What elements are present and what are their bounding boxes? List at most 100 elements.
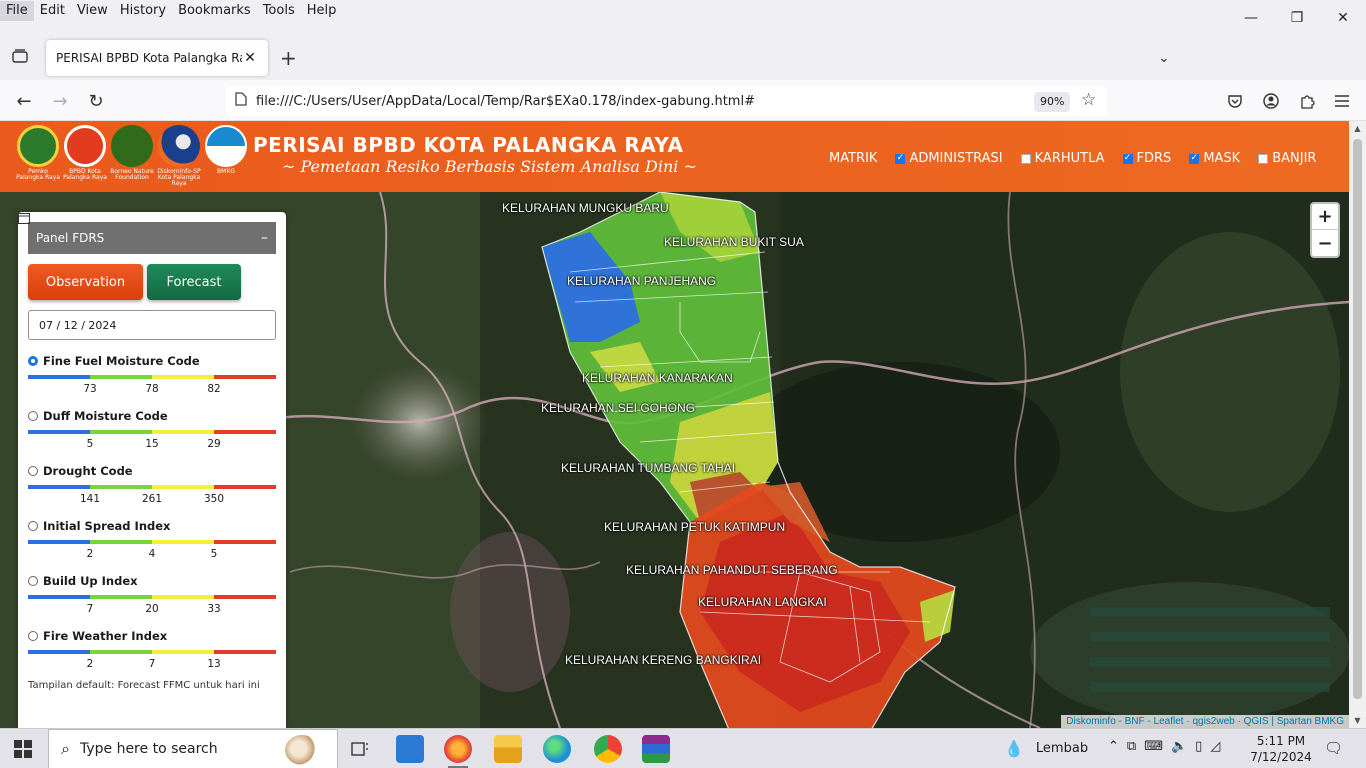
threshold-value: 33	[207, 603, 221, 615]
checkbox-fdrs[interactable]	[1122, 153, 1133, 164]
hamburger-menu-icon[interactable]	[1329, 88, 1355, 114]
bookmark-star-icon[interactable]: ☆	[1081, 90, 1096, 110]
windows-start-icon[interactable]	[14, 740, 32, 758]
task-view-icon[interactable]	[346, 735, 374, 763]
zoom-in-button[interactable]: +	[1312, 204, 1338, 230]
observation-button[interactable]: Observation	[28, 264, 143, 300]
zoom-out-button[interactable]: −	[1312, 230, 1338, 256]
back-button[interactable]: ←	[11, 88, 37, 114]
fdrs-index-option[interactable]: Fire Weather Index 2 7 13	[28, 629, 276, 670]
partner-logos: Pemko Palangka Raya BPBD Kota Palangka R…	[16, 125, 248, 187]
fdrs-index-option[interactable]: Drought Code 141 261 350	[28, 464, 276, 505]
wifi-icon[interactable]: ◿	[1210, 739, 1220, 754]
pocket-icon[interactable]	[1222, 88, 1248, 114]
index-label: Drought Code	[43, 464, 133, 478]
file-explorer-icon[interactable]	[494, 735, 522, 763]
show-hidden-icons-chevron-up-icon[interactable]: ⌃	[1108, 739, 1119, 754]
fdrs-index-option[interactable]: Duff Moisture Code 5 15 29	[28, 409, 276, 450]
taskbar-search[interactable]: ⌕ Type here to search	[48, 729, 338, 768]
nav-matrik-link[interactable]: MATRIK	[829, 151, 877, 166]
index-row[interactable]: Fire Weather Index	[28, 629, 276, 643]
fdrs-index-option[interactable]: Fine Fuel Moisture Code 73 78 82	[28, 354, 276, 395]
checkbox-administrasi[interactable]	[895, 153, 906, 164]
threshold-value: 82	[207, 383, 221, 395]
map-view[interactable]: KELURAHAN MUNGKU BARU KELURAHAN BUKIT SU…	[0, 192, 1349, 728]
index-radio[interactable]	[28, 356, 38, 366]
threshold-value: 7	[86, 603, 94, 615]
logo-diskominfo: Diskominfo-SP Kota Palangka Raya	[157, 125, 201, 187]
calendar-icon[interactable]	[18, 212, 30, 224]
kelurahan-label: KELURAHAN MUNGKU BARU	[502, 201, 669, 215]
index-row[interactable]: Fine Fuel Moisture Code	[28, 354, 276, 368]
volume-icon[interactable]: 🔈	[1171, 739, 1187, 754]
page-scrollbar[interactable]: ▲ ▼	[1349, 121, 1366, 728]
site-header: Pemko Palangka Raya BPBD Kota Palangka R…	[0, 121, 1349, 192]
scroll-down-icon[interactable]: ▼	[1349, 716, 1366, 725]
kelurahan-label: KELURAHAN TUMBANG TAHAI	[561, 461, 736, 475]
layer-banjir-toggle[interactable]: BANJIR	[1258, 151, 1316, 166]
menu-bookmarks[interactable]: Bookmarks	[172, 1, 257, 21]
index-radio[interactable]	[28, 576, 38, 586]
chrome-icon[interactable]	[594, 735, 622, 763]
checkbox-karhutla[interactable]	[1020, 153, 1031, 164]
index-radio[interactable]	[28, 521, 38, 531]
zoom-level-badge[interactable]: 90%	[1034, 92, 1071, 112]
mail-app-icon[interactable]	[396, 735, 424, 763]
keyboard-icon[interactable]: ⌨	[1144, 739, 1163, 754]
menu-edit[interactable]: Edit	[34, 1, 71, 21]
layer-karhutla-toggle[interactable]: KARHUTLA	[1020, 151, 1105, 166]
index-row[interactable]: Drought Code	[28, 464, 276, 478]
menu-history[interactable]: History	[114, 1, 172, 21]
threshold-value: 2	[86, 658, 94, 670]
shell-search-highlight-icon	[285, 735, 319, 765]
map-attribution[interactable]: Diskominfo - BNF - Leaflet · qgis2web · …	[1061, 715, 1349, 728]
index-radio[interactable]	[28, 466, 38, 476]
layer-administrasi-toggle[interactable]: ADMINISTRASI	[895, 151, 1003, 166]
tab-title: PERISAI BPBD Kota Palangka Raya	[56, 51, 242, 65]
firefox-icon[interactable]	[444, 735, 472, 768]
menu-view[interactable]: View	[71, 1, 114, 21]
account-icon[interactable]	[1258, 88, 1284, 114]
url-text[interactable]: file:///C:/Users/User/AppData/Local/Temp…	[256, 94, 1106, 109]
network-adapter-icon[interactable]: ⧉	[1127, 739, 1136, 754]
tab-perisai[interactable]: PERISAI BPBD Kota Palangka Raya ✕	[46, 40, 268, 76]
tab-list-button[interactable]	[8, 44, 32, 68]
fdrs-index-option[interactable]: Initial Spread Index 2 4 5	[28, 519, 276, 560]
index-radio[interactable]	[28, 631, 38, 641]
tab-close-icon[interactable]: ✕	[242, 50, 258, 66]
tab-overflow-chevron-down-icon[interactable]: ⌄	[1158, 50, 1170, 66]
checkbox-mask[interactable]	[1189, 153, 1200, 164]
checkbox-banjir[interactable]	[1258, 153, 1269, 164]
panel-minimize-button[interactable]: –	[261, 230, 268, 246]
winrar-icon[interactable]	[642, 735, 670, 763]
scroll-up-icon[interactable]: ▲	[1349, 121, 1366, 133]
reload-button[interactable]: ↻	[83, 88, 109, 114]
index-row[interactable]: Initial Spread Index	[28, 519, 276, 533]
menu-tools[interactable]: Tools	[257, 1, 301, 21]
new-tab-button[interactable]: +	[280, 48, 297, 68]
forecast-button[interactable]: Forecast	[147, 264, 241, 300]
fdrs-index-option[interactable]: Build Up Index 7 20 33	[28, 574, 276, 615]
system-clock[interactable]: 5:11 PM 7/12/2024	[1250, 733, 1312, 765]
index-thresholds: 141 261 350	[28, 489, 276, 505]
search-icon: ⌕	[61, 739, 70, 758]
notification-center-icon[interactable]: 🗨	[1324, 739, 1343, 757]
scrollbar-thumb[interactable]	[1353, 139, 1362, 699]
date-input[interactable]: 07 / 12 / 2024	[18, 213, 276, 340]
weather-widget[interactable]: 💧 Lembab	[1004, 739, 1088, 758]
forward-button[interactable]: →	[47, 88, 73, 114]
index-row[interactable]: Duff Moisture Code	[28, 409, 276, 423]
menu-file[interactable]: File	[0, 1, 34, 21]
extensions-icon[interactable]	[1294, 88, 1320, 114]
edge-icon[interactable]	[543, 735, 571, 763]
battery-icon[interactable]: ▯	[1195, 739, 1202, 754]
mode-buttons: Observation Forecast	[18, 264, 286, 300]
site-subtitle: ~ Pemetaan Resiko Berbasis Sistem Analis…	[282, 157, 697, 176]
index-thresholds: 2 7 13	[28, 654, 276, 670]
layer-fdrs-toggle[interactable]: FDRS	[1122, 151, 1171, 166]
url-bar[interactable]: file:///C:/Users/User/AppData/Local/Temp…	[226, 86, 1106, 116]
menu-help[interactable]: Help	[301, 1, 343, 21]
index-radio[interactable]	[28, 411, 38, 421]
index-row[interactable]: Build Up Index	[28, 574, 276, 588]
layer-mask-toggle[interactable]: MASK	[1189, 151, 1240, 166]
